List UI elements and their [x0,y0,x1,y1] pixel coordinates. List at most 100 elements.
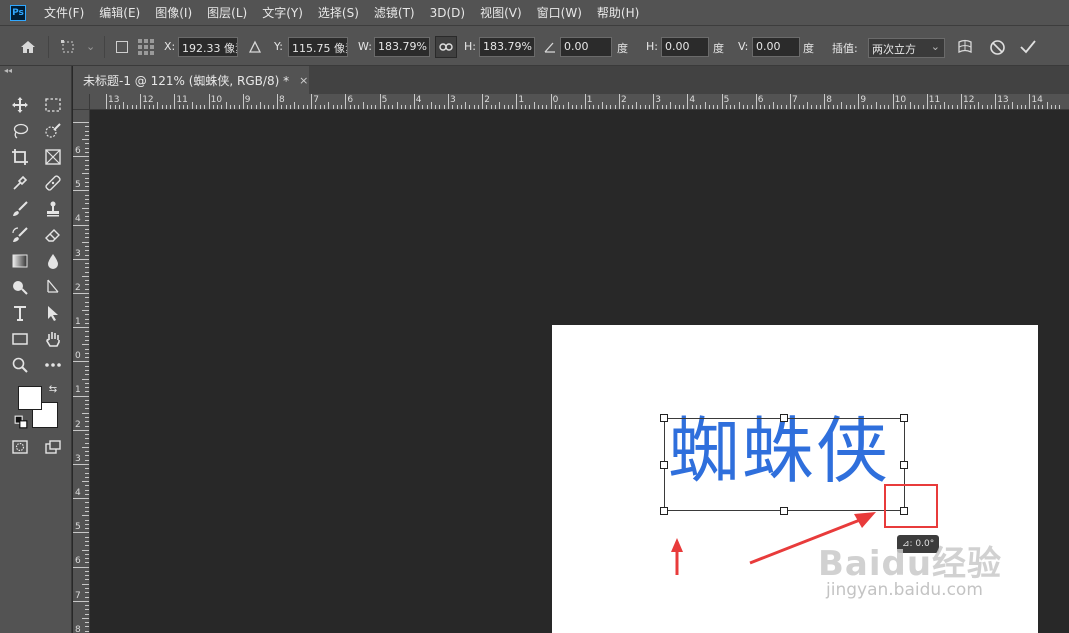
ruler-tick [319,105,321,109]
healing-brush-tool-icon[interactable] [41,172,65,194]
eyedropper-tool-icon[interactable] [8,172,32,194]
delta-icon[interactable] [245,37,265,57]
ruler-tick [700,105,702,109]
crop-tool-icon[interactable] [8,146,32,168]
transform-mode-icon[interactable] [58,37,78,57]
ruler-tick [73,258,89,260]
dodge-tool-icon[interactable] [8,276,32,298]
transform-handle-bottom[interactable] [780,507,788,515]
reference-point-icon[interactable] [136,37,156,57]
ruler-tick [85,387,89,389]
horizontal-ruler[interactable]: 13 12 11 10 9 8 7 6 5 4 3 2 1 0 1 2 3 4 5 6 7 8 9 10 11 12 13 14 [90,94,1069,110]
vskew-field[interactable]: 0.00 [752,37,800,57]
commit-transform-icon[interactable] [1018,37,1038,57]
link-icon[interactable] [435,36,457,58]
zoom-tool-icon[interactable] [8,354,32,376]
quick-mask-icon[interactable] [8,436,32,458]
menu-file[interactable]: 文件(F) [44,4,84,21]
ruler-tick [332,105,334,109]
screen-mode-icon[interactable] [41,436,65,458]
blur-tool-icon[interactable] [41,250,65,272]
transform-handle-left[interactable] [660,461,668,469]
transform-handle-bottom-left[interactable] [660,507,668,515]
ruler-tick-label: 7 [313,95,319,105]
menu-image[interactable]: 图像(I) [155,4,192,21]
ruler-tick [73,532,89,534]
interpolation-select[interactable]: 两次立方 ⌄ [868,38,945,58]
menu-filter[interactable]: 滤镜(T) [374,4,415,21]
ruler-tick [277,94,278,109]
pen-tool-icon[interactable] [41,276,65,298]
warp-icon[interactable] [955,37,975,57]
cancel-transform-icon[interactable] [987,37,1007,57]
more-tools-icon[interactable] [41,354,65,376]
menu-type[interactable]: 文字(Y) [262,4,303,21]
default-colors-icon[interactable] [14,415,28,429]
ruler-tick [426,105,428,109]
width-percent-field[interactable]: 183.79% [374,37,430,57]
ruler-tick-label: 2 [621,95,627,105]
menu-window[interactable]: 窗口(W) [537,4,582,21]
ruler-tick-label: 10 [210,95,223,105]
ruler-origin[interactable] [73,94,90,110]
gradient-tool-icon[interactable] [8,250,32,272]
clone-stamp-tool-icon[interactable] [41,198,65,220]
home-icon[interactable] [18,37,38,57]
frame-tool-icon[interactable] [41,146,65,168]
transform-handle-top[interactable] [780,414,788,422]
y-position-field[interactable]: 115.75 像素 [288,37,348,57]
ruler-tick [311,94,313,109]
lasso-tool-icon[interactable] [8,120,32,142]
ruler-tick [832,105,834,109]
hand-tool-icon[interactable] [41,328,65,350]
transform-bounding-box[interactable] [664,418,905,511]
brush-tool-icon[interactable] [8,198,32,220]
transform-handle-right[interactable] [900,461,908,469]
ruler-tick [85,134,89,136]
ruler-tick [683,105,685,109]
w-label: W: [358,40,372,53]
photoshop-logo[interactable]: Ps [10,4,26,21]
document-tab[interactable]: 未标题-1 @ 121% (蜘蛛侠, RGB/8) * × [73,66,309,94]
history-brush-tool-icon[interactable] [8,224,32,246]
ruler-tick [871,105,873,109]
ruler-tick [85,130,89,132]
move-tool-icon[interactable] [8,94,32,116]
ruler-tick [85,421,89,423]
rectangle-tool-icon[interactable] [8,328,32,350]
ruler-tick [790,94,791,109]
menu-help[interactable]: 帮助(H) [597,4,639,21]
x-position-field[interactable]: 192.33 像素 [178,37,238,57]
height-percent-field[interactable]: 183.79% [479,37,535,57]
close-icon[interactable]: × [299,74,308,87]
ruler-tick [388,105,390,109]
transform-handle-top-right[interactable] [900,414,908,422]
ruler-tick [123,102,125,109]
menu-view[interactable]: 视图(V) [480,4,522,21]
vertical-ruler[interactable]: 6 5 4 3 2 1 0 1 2 3 4 5 6 7 8 [73,110,90,633]
swap-colors-icon[interactable]: ⇆ [46,382,60,396]
reference-checkbox[interactable] [112,37,132,57]
ruler-tick [439,105,441,109]
marquee-tool-icon[interactable] [41,94,65,116]
eraser-tool-icon[interactable] [41,224,65,246]
hskew-field[interactable]: 0.00 [661,37,709,57]
ruler-tick [1025,105,1027,109]
type-tool-icon[interactable] [8,302,32,324]
foreground-color-swatch[interactable] [18,386,42,410]
dropdown-arrow-icon[interactable]: ⌄ [86,40,95,53]
rotation-field[interactable]: 0.00 [560,37,612,57]
ruler-tick [755,94,757,109]
collapse-panel-icon[interactable]: ◂◂ [4,66,12,75]
path-selection-tool-icon[interactable] [41,302,65,324]
transform-handle-top-left[interactable] [660,414,668,422]
watermark-url: jingyan.baidu.com [826,580,983,600]
menu-select[interactable]: 选择(S) [318,4,359,21]
menu-3d[interactable]: 3D(D) [430,6,465,20]
ruler-tick [302,105,304,109]
menu-layer[interactable]: 图层(L) [207,4,247,21]
quick-selection-tool-icon[interactable] [41,120,65,142]
ruler-tick-label: 2 [484,95,490,105]
canvas-area[interactable]: 蜘蛛侠 ⊿: 0.0° Baidu经验 jingyan.baidu.com [90,110,1069,633]
menu-edit[interactable]: 编辑(E) [99,4,140,21]
